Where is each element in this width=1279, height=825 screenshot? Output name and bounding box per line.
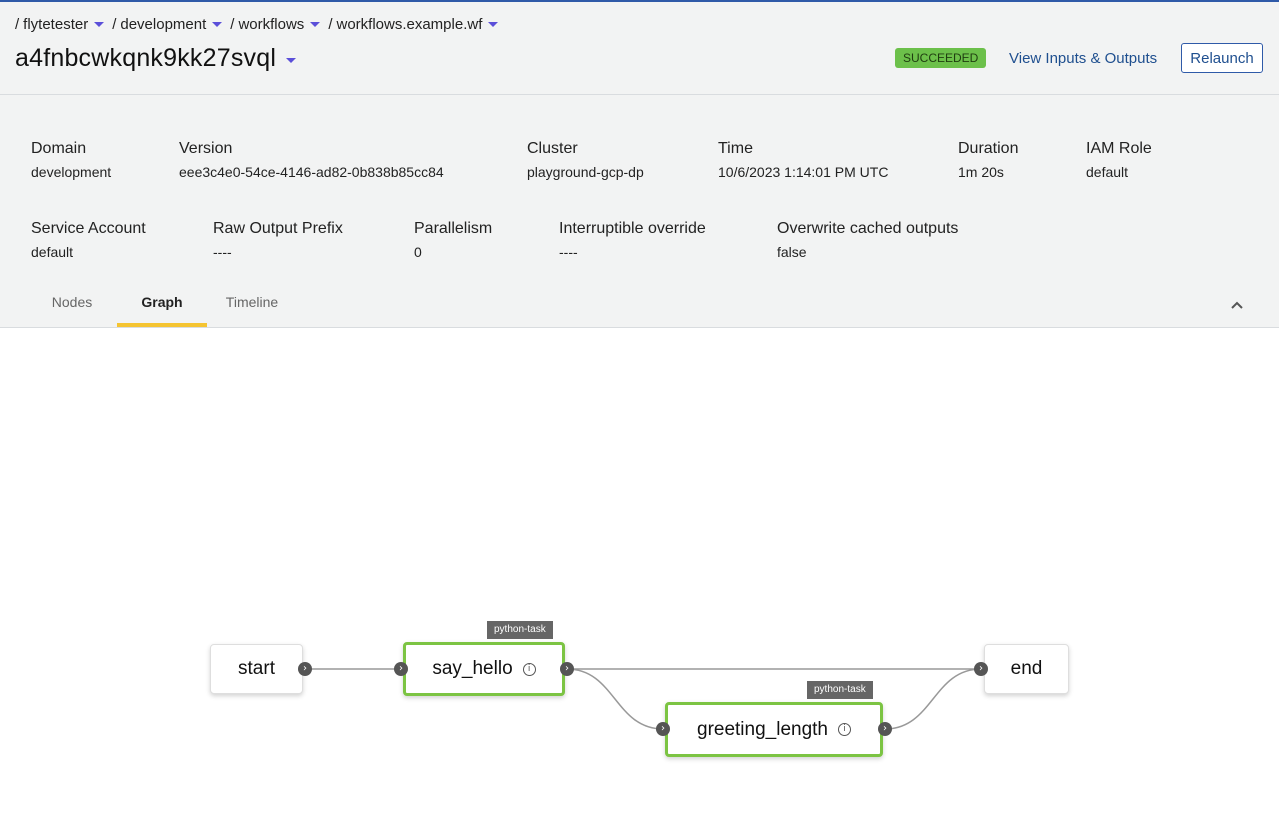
breadcrumb: / flytetester / development / workflows … [15,16,506,33]
breadcrumb-section[interactable]: / workflows [230,16,328,33]
node-label: say_hello [432,658,513,679]
execution-header: / flytetester / development / workflows … [0,2,1279,95]
input-handle-icon[interactable]: › [656,722,670,736]
edge-say-hello-greeting-length [566,668,664,730]
tab-bar: Nodes Graph Timeline [0,285,1279,327]
breadcrumb-project[interactable]: / flytetester [15,16,112,33]
detail-value: 1m 20s [958,164,1004,180]
tab-nodes[interactable]: Nodes [31,285,113,327]
detail-label: Version [179,140,233,157]
graph-node-say-hello[interactable]: say_hello i [403,642,565,696]
breadcrumb-workflow-label: workflows.example.wf [336,16,483,33]
workflow-graph[interactable]: start python-task say_hello i python-tas… [0,328,1279,825]
detail-label: Service Account [31,220,146,237]
detail-raw-output-prefix: Raw Output Prefix ---- [213,220,343,260]
detail-interruptible-override: Interruptible override ---- [559,220,706,260]
detail-duration: Duration 1m 20s [958,140,1018,180]
node-type-tag: python-task [807,681,873,699]
chevron-down-icon [94,22,105,27]
graph-node-greeting-length[interactable]: greeting_length i [665,702,883,757]
detail-label: Parallelism [414,220,493,237]
detail-value: development [31,164,112,180]
input-handle-icon[interactable]: › [974,662,988,676]
active-tab-indicator [117,323,207,327]
detail-value: default [1086,164,1129,180]
page-title: a4fnbcwkqnk9kk27svql [15,44,277,72]
detail-version: Version eee3c4e0-54ce-4146-ad82-0b838b85… [179,140,444,180]
edge-greeting-length-end [884,668,982,730]
output-handle-icon[interactable]: › [560,662,574,676]
node-label: end [1010,658,1043,679]
breadcrumb-section-label: workflows [238,16,305,33]
detail-value: ---- [559,244,578,260]
detail-value: 0 [414,244,422,260]
chevron-down-icon [286,58,297,63]
output-handle-icon[interactable]: › [878,722,892,736]
node-label: start [238,658,275,679]
detail-value: ---- [213,244,232,260]
detail-domain: Domain development [31,140,111,180]
info-icon[interactable]: i [838,723,851,736]
view-inputs-outputs-link[interactable]: View Inputs & Outputs [1009,50,1157,67]
breadcrumb-separator: / [112,16,117,33]
chevron-up-icon[interactable] [1229,297,1245,313]
graph-edges [305,668,982,730]
detail-iam-role: IAM Role default [1086,140,1152,180]
detail-value: default [31,244,74,260]
node-label: greeting_length [697,718,828,740]
input-handle-icon[interactable]: › [394,662,408,676]
detail-label: Cluster [527,140,578,157]
breadcrumb-domain-label: development [120,16,207,33]
detail-value: false [777,244,807,260]
detail-label: Raw Output Prefix [213,220,343,237]
output-handle-icon[interactable]: › [298,662,312,676]
detail-value: eee3c4e0-54ce-4146-ad82-0b838b85cc84 [179,164,444,180]
chevron-down-icon [212,22,223,27]
execution-title-dropdown[interactable]: a4fnbcwkqnk9kk27svql [15,44,297,73]
detail-label: IAM Role [1086,140,1152,157]
detail-label: Time [718,140,753,157]
status-badge: SUCCEEDED [895,48,987,68]
execution-details-panel: Domain development Version eee3c4e0-54ce… [0,95,1279,328]
tab-label: Graph [141,294,183,310]
info-icon[interactable]: i [522,662,536,676]
chevron-down-icon [310,22,321,27]
detail-cluster: Cluster playground-gcp-dp [527,140,644,180]
breadcrumb-project-label: flytetester [23,16,89,33]
detail-value: 10/6/2023 1:14:01 PM UTC [718,164,889,180]
detail-label: Domain [31,140,87,157]
tab-timeline[interactable]: Timeline [211,285,293,327]
detail-label: Interruptible override [559,220,706,237]
tab-graph[interactable]: Graph [117,285,207,327]
breadcrumb-domain[interactable]: / development [112,16,230,33]
relaunch-button[interactable]: Relaunch [1181,43,1263,73]
breadcrumb-workflow[interactable]: / workflows.example.wf [328,16,506,33]
detail-value: playground-gcp-dp [527,164,644,180]
detail-label: Duration [958,140,1019,157]
detail-time: Time 10/6/2023 1:14:01 PM UTC [718,140,888,180]
detail-service-account: Service Account default [31,220,146,260]
breadcrumb-separator: / [230,16,235,33]
detail-parallelism: Parallelism 0 [414,220,492,260]
breadcrumb-separator: / [15,16,20,33]
chevron-down-icon [488,22,499,27]
tab-label: Nodes [51,294,93,310]
graph-node-end[interactable]: end [984,644,1069,694]
detail-label: Overwrite cached outputs [777,220,959,237]
tab-label: Timeline [225,294,279,310]
node-type-tag: python-task [487,621,553,639]
breadcrumb-separator: / [328,16,333,33]
graph-node-start[interactable]: start [210,644,303,694]
detail-overwrite-cached-outputs: Overwrite cached outputs false [777,220,958,260]
